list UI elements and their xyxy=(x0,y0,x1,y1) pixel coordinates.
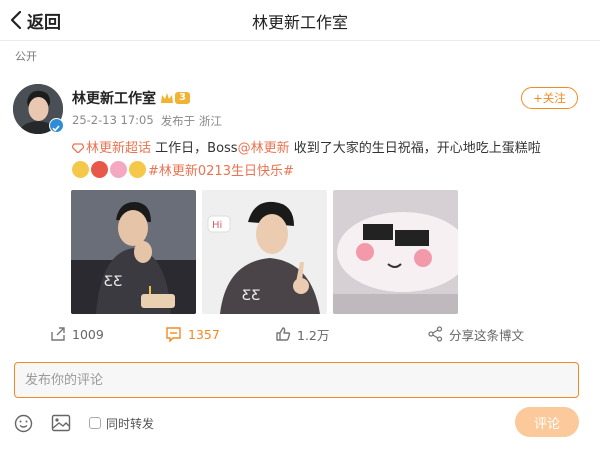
post-text-part2: 收到了大家的生日祝福，开心地吃上蛋糕啦 xyxy=(289,141,541,156)
supertopic-link[interactable]: 林更新超话 xyxy=(71,141,152,156)
svg-text:ƸƸ: ƸƸ xyxy=(242,288,261,304)
post-meta: 25-2-13 17:05 发布于 浙江 xyxy=(72,113,222,129)
repost-icon xyxy=(51,327,65,341)
share-icon xyxy=(428,326,443,342)
party-emoji-icon xyxy=(91,160,108,178)
comment-icon xyxy=(166,327,181,342)
like-count: 1.2万 xyxy=(297,327,330,343)
submit-comment-button[interactable]: 评论 xyxy=(515,407,579,437)
share-button[interactable]: 分享这条博文 xyxy=(428,322,524,346)
photo-2[interactable]: Hi ƸƸ xyxy=(202,190,327,314)
comment-tools: 同时转发 xyxy=(14,410,154,436)
visibility-label: 公开 xyxy=(15,50,37,63)
photo-3[interactable] xyxy=(333,190,458,314)
crown-icon xyxy=(161,92,173,103)
repost-count: 1009 xyxy=(72,326,104,342)
post-text-part1: 工作日，Boss xyxy=(151,141,238,156)
supertopic-label: 林更新超话 xyxy=(86,141,152,156)
comment-count: 1357 xyxy=(188,326,220,342)
post-text: 林更新超话 工作日，Boss@林更新 收到了大家的生日祝福，开心地吃上蛋糕啦 xyxy=(71,138,587,160)
hashtag-link[interactable]: #林更新0213生日快乐# xyxy=(148,160,294,179)
author-name[interactable]: 林更新工作室 xyxy=(72,88,156,108)
top-bar: 返回 林更新工作室 xyxy=(0,0,600,41)
emoji-picker-button[interactable] xyxy=(14,414,33,433)
image-icon xyxy=(51,414,71,432)
repost-checkbox[interactable] xyxy=(89,417,101,429)
smiley-icon xyxy=(14,414,33,432)
comment-button[interactable]: 1357 xyxy=(165,322,220,346)
photo-grid: ƸƸ Hi ƸƸ xyxy=(71,190,458,314)
share-label: 分享这条博文 xyxy=(449,327,525,343)
like-button[interactable]: 1.2万 xyxy=(275,322,329,346)
repost-toggle[interactable]: 同时转发 xyxy=(89,415,154,432)
comment-box xyxy=(14,362,579,398)
repost-toggle-label: 同时转发 xyxy=(106,416,155,431)
follow-button[interactable]: +关注 xyxy=(521,87,578,109)
photo-1[interactable]: ƸƸ xyxy=(71,190,196,314)
vip-badge: 3 xyxy=(160,90,190,106)
post-source: 发布于 浙江 xyxy=(160,114,222,128)
image-upload-button[interactable] xyxy=(51,414,71,432)
verified-badge-icon xyxy=(49,118,64,133)
grin-emoji-icon xyxy=(72,160,89,178)
diamond-icon xyxy=(71,143,85,154)
repost-button[interactable]: 1009 xyxy=(50,322,104,346)
post-text-line2: #林更新0213生日快乐# xyxy=(72,158,294,180)
cheer-emoji-icon xyxy=(129,160,146,178)
mention-link[interactable]: @林更新 xyxy=(238,141,290,156)
comment-input[interactable] xyxy=(15,363,578,397)
svg-text:Hi: Hi xyxy=(212,220,222,231)
post-actions: 1009 1357 1.2万 分享这条博文 xyxy=(0,322,600,346)
cake-emoji-icon xyxy=(110,160,127,178)
post-date: 25-2-13 17:05 xyxy=(72,113,154,127)
page-title: 林更新工作室 xyxy=(251,13,348,32)
svg-text:ƸƸ: ƸƸ xyxy=(104,274,123,290)
vip-level: 3 xyxy=(175,92,190,104)
thumbs-up-icon xyxy=(276,327,291,341)
